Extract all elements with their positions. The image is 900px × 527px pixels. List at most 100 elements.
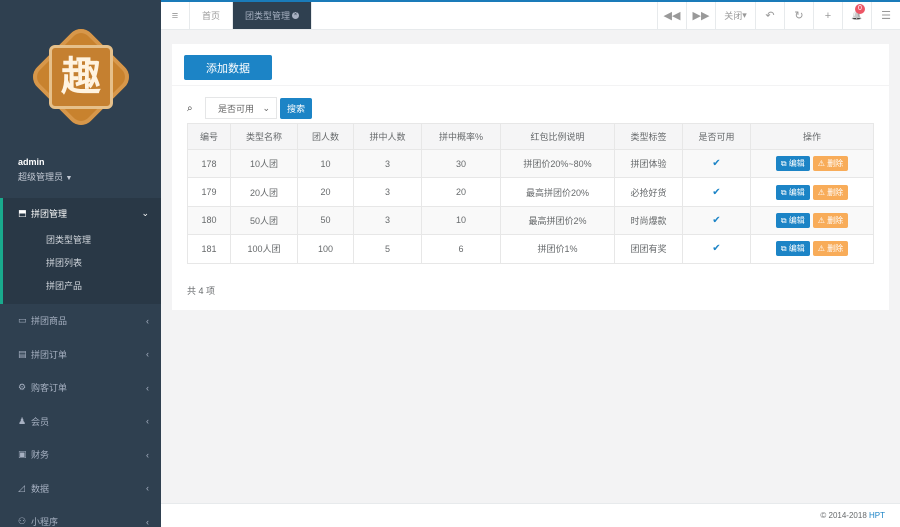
sidebar-item-group-orders[interactable]: ▤ 拼团订单 ‹ [0, 338, 161, 372]
chevron-left-icon: ‹ [146, 516, 149, 527]
sidebar-item-members[interactable]: ♟ 会员 ‹ [0, 405, 161, 439]
search-bar: ⌕ 是否可用 ⌄ 搜索 [172, 86, 889, 120]
table-row: 179 20人团 20 3 20 最高拼团价20% 必抢好货 ✔ ⧉ 编辑 ⚠ 删… [187, 177, 874, 207]
cell-redpacket-desc: 拼团价20%~80% [500, 148, 615, 179]
cell-group-size: 100 [297, 234, 354, 264]
table-row: 180 50人团 50 3 10 最高拼团价2% 时尚爆款 ✔ ⧉ 编辑 ⚠ 删除 [187, 205, 874, 236]
edit-button[interactable]: ⧉ 编辑 [775, 212, 810, 228]
cell-type-tag: 时尚爆款 [614, 205, 683, 236]
cell-id: 179 [187, 177, 231, 207]
cell-winners: 3 [353, 177, 422, 207]
cell-type-tag: 拼团体验 [614, 148, 683, 179]
cell-winners: 3 [353, 148, 422, 179]
column-header[interactable]: 红包比例说明 [500, 123, 615, 150]
user-icon: ♟ [18, 415, 27, 426]
cell-type-tag: 团团有奖 [614, 234, 683, 264]
cell-type-name: 50人团 [230, 205, 298, 236]
submenu-item-group-type-manage[interactable]: 团类型管理 [3, 229, 161, 252]
sidebar-item-label: 拼团管理 [31, 209, 68, 219]
sidebar-item-mini-program[interactable]: ⚇ 小程序 ‹ [0, 505, 161, 527]
footer-brand-link[interactable]: HPT [869, 511, 885, 520]
column-header[interactable]: 拼中概率% [421, 123, 501, 150]
caret-down-icon: ▼ [65, 175, 73, 182]
search-icon: ⌕ [187, 102, 193, 114]
submenu-item-group-list[interactable]: 拼团列表 [3, 252, 161, 275]
cell-type-name: 10人团 [230, 148, 298, 179]
table-row: 181 100人团 100 5 6 拼团价1% 团团有奖 ✔ ⧉ 编辑 ⚠ 删除 [187, 234, 874, 264]
sidebar-item-label: 小程序 [31, 517, 59, 527]
cell-winners: 5 [353, 234, 422, 264]
table-row: 178 10人团 10 3 30 拼团价20%~80% 拼团体验 ✔ ⧉ 编辑 ⚠… [187, 148, 874, 179]
sidebar-item-group-goods[interactable]: ▭ 拼团商品 ‹ [0, 304, 161, 338]
notification-button[interactable]: 🔔 0 [842, 2, 871, 29]
plus-icon[interactable]: + [813, 2, 842, 29]
undo-icon[interactable]: ↶ [755, 2, 784, 29]
page-tabs: 首页 团类型管理 × [190, 2, 657, 29]
laptop-icon: ▭ [18, 315, 27, 326]
cell-group-size: 10 [297, 148, 354, 179]
tab-group-type-manage[interactable]: 团类型管理 × [233, 2, 313, 29]
chevron-left-icon: ‹ [146, 416, 149, 427]
delete-button[interactable]: ⚠ 删除 [812, 212, 849, 228]
column-header[interactable]: 类型名称 [230, 123, 298, 150]
check-icon: ✔ [712, 158, 721, 170]
column-header: 操作 [750, 123, 874, 150]
cell-id: 180 [187, 205, 231, 236]
user-profile[interactable]: admin 超级管理员 ▼ [0, 148, 161, 198]
menu-toggle-icon[interactable]: ≡ [161, 2, 190, 29]
cell-id: 181 [187, 234, 231, 264]
sidebar-item-data[interactable]: ◿ 数据 ‹ [0, 472, 161, 506]
edit-button[interactable]: ⧉ 编辑 [775, 241, 810, 257]
users-icon: ⚇ [18, 516, 27, 527]
tab-home[interactable]: 首页 [190, 2, 234, 29]
submenu: 团类型管理 拼团列表 拼团产品 [3, 229, 161, 304]
cell-actions: ⧉ 编辑 ⚠ 删除 [750, 205, 874, 236]
sidebar-item-buyer-orders[interactable]: ⚙ 购客订单 ‹ [0, 371, 161, 405]
column-header[interactable]: 是否可用 [682, 123, 751, 150]
edit-button[interactable]: ⧉ 编辑 [775, 184, 810, 200]
cell-actions: ⧉ 编辑 ⚠ 删除 [750, 148, 874, 179]
cell-redpacket-desc: 拼团价1% [500, 234, 615, 264]
cell-win-rate: 30 [421, 148, 501, 179]
user-role-dropdown[interactable]: 超级管理员 ▼ [18, 170, 161, 183]
sidebar-item-label: 数据 [31, 483, 50, 494]
check-icon: ✔ [712, 214, 721, 226]
sidebar-item-group-buy-manage[interactable]: ⬒ 拼团管理 ⌄ [3, 198, 161, 229]
sidebar-item-finance[interactable]: ▣ 财务 ‹ [0, 438, 161, 472]
panel-header: 添加数据 [172, 44, 889, 86]
delete-button[interactable]: ⚠ 删除 [812, 184, 849, 200]
sidebar-item-label: 财务 [31, 450, 50, 461]
cell-enabled: ✔ [682, 148, 751, 179]
chevron-left-icon: ‹ [146, 315, 149, 326]
tabs-back-icon[interactable]: ◀◀ [657, 2, 686, 29]
column-header[interactable]: 类型标签 [614, 123, 683, 150]
top-bar: ≡ 首页 团类型管理 × ◀◀ ▶▶ 关闭 ▾ ↶ ↻ + 🔔 0 ☰ [161, 0, 900, 30]
refresh-icon[interactable]: ↻ [784, 2, 813, 29]
column-header[interactable]: 编号 [187, 123, 231, 150]
sidebar-nav: ▭ 拼团商品 ‹ ▤ 拼团订单 ‹ ⚙ 购客订单 ‹ ♟ 会员 ‹ ▣ 财务 ‹… [0, 304, 161, 527]
column-header[interactable]: 团人数 [297, 123, 354, 150]
check-icon: ✔ [712, 186, 721, 198]
logo-char: 趣 [60, 53, 101, 100]
submenu-item-group-products[interactable]: 拼团产品 [3, 275, 161, 298]
cell-enabled: ✔ [682, 205, 751, 236]
column-header[interactable]: 拼中人数 [353, 123, 422, 150]
close-tabs-dropdown[interactable]: 关闭 ▾ [715, 2, 755, 29]
document-icon: ▤ [18, 348, 27, 359]
delete-button[interactable]: ⚠ 删除 [812, 241, 849, 257]
more-menu-icon[interactable]: ☰ [871, 2, 900, 29]
add-data-button[interactable]: 添加数据 [184, 55, 272, 80]
sidebar-item-label: 拼团商品 [31, 316, 68, 327]
gear-icon: ⚙ [18, 382, 27, 393]
availability-select[interactable]: 是否可用 ⌄ [205, 97, 277, 119]
cell-win-rate: 20 [421, 177, 501, 207]
cell-group-size: 20 [297, 177, 354, 207]
close-tab-icon[interactable]: × [292, 12, 300, 19]
cell-winners: 3 [353, 205, 422, 236]
tabs-forward-icon[interactable]: ▶▶ [686, 2, 715, 29]
main-panel: 添加数据 ⌕ 是否可用 ⌄ 搜索 编号 类型名称 团人数 拼中人数 拼中概率% … [172, 44, 889, 310]
search-button[interactable]: 搜索 [280, 97, 312, 119]
cell-actions: ⧉ 编辑 ⚠ 删除 [750, 177, 874, 207]
delete-button[interactable]: ⚠ 删除 [812, 156, 849, 172]
edit-button[interactable]: ⧉ 编辑 [775, 156, 810, 172]
